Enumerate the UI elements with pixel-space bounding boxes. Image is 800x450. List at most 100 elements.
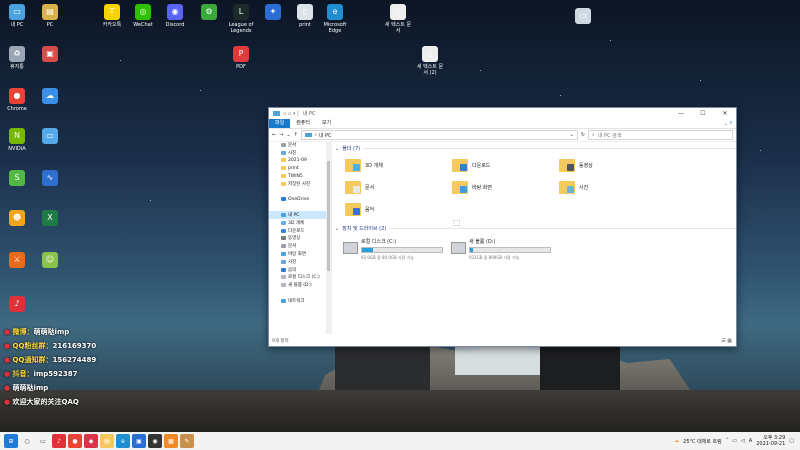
drive-item[interactable]: 새 볼륨 (D:) 931GB 중 899GB 사용 가능 <box>451 238 551 261</box>
nav-item[interactable]: 사진 <box>269 258 331 266</box>
desktop-icon[interactable]: ◎ WeChat <box>128 4 158 28</box>
nav-item[interactable]: 내 PC <box>269 211 331 219</box>
quick-access-toolbar[interactable]: ▫ ▫ ▾ | <box>283 111 299 117</box>
back-icon[interactable]: ← <box>272 132 276 138</box>
active-app-taskbar-icon[interactable]: ▦ <box>164 434 178 448</box>
desktop-icon[interactable]: ▭ <box>568 8 598 26</box>
drive-item[interactable]: 로컬 디스크 (C:) 93.0GB 중 80.0GB 사용 가능 <box>343 238 443 261</box>
nav-item[interactable]: 다운로드 <box>269 227 331 235</box>
nav-item[interactable]: 문서 <box>269 141 331 149</box>
nav-scrollbar[interactable] <box>326 141 331 334</box>
desktop-icon[interactable]: ⚔ <box>2 252 32 270</box>
desktop-icon[interactable]: ▭ <box>35 128 65 146</box>
volume-icon[interactable]: ◁ <box>741 438 745 444</box>
up-icon[interactable]: ↑ <box>294 132 298 138</box>
view-toggle-icons[interactable]: ☰ ▦ <box>721 338 732 344</box>
desktop-icon[interactable]: X <box>35 210 65 228</box>
desktop-icon[interactable]: ☁ <box>35 88 65 106</box>
network-icon[interactable]: ▭ <box>732 438 737 444</box>
clock[interactable]: 오후 3:29 2021-09-21 <box>756 435 785 447</box>
search-input[interactable]: ⌕ 내 PC 검색 <box>588 130 733 140</box>
folder-item[interactable]: 문서 <box>345 179 452 195</box>
edge-taskbar-icon[interactable]: e <box>116 434 130 448</box>
netease-music-icon[interactable]: ♪ <box>52 434 66 448</box>
desktop-icon[interactable]: ▯ 새 텍스트 문서 <box>383 4 413 34</box>
refresh-icon[interactable]: ↻ <box>581 132 585 138</box>
search-taskbar-icon[interactable]: ○ <box>20 434 34 448</box>
collapse-icon[interactable]: ⌄ <box>335 146 339 152</box>
desktop-icon[interactable]: ♻ 휴지통 <box>2 46 32 70</box>
desktop-icon[interactable]: e Microsoft Edge <box>320 4 350 34</box>
drives-section-header[interactable]: ⌄ 장치 및 드라이브 (2) <box>335 225 736 232</box>
minimize-button[interactable]: — <box>670 110 692 117</box>
explorer-taskbar-icon[interactable]: ▤ <box>100 434 114 448</box>
ime-indicator[interactable]: A <box>749 438 752 444</box>
nav-item[interactable]: 문서 <box>269 242 331 250</box>
nav-item[interactable]: print <box>269 164 331 172</box>
folder-item[interactable]: 다운로드 <box>452 157 559 173</box>
nav-item[interactable]: 3D 개체 <box>269 219 331 227</box>
desktop-icon[interactable]: L League of Legends <box>226 4 256 34</box>
desktop-icon[interactable]: ∿ <box>35 170 65 188</box>
folder-item[interactable]: 사진 <box>559 179 666 195</box>
date-text: 2021-09-21 <box>756 441 786 447</box>
desktop-icon[interactable]: ◉ Discord <box>160 4 190 28</box>
folder-item[interactable]: 3D 개체 <box>345 157 452 173</box>
recent-icon[interactable]: ⌄ <box>286 132 290 138</box>
obs-taskbar-icon[interactable]: ◉ <box>148 434 162 448</box>
store-taskbar-icon[interactable]: ▣ <box>132 434 146 448</box>
nav-item[interactable]: 2021-09 <box>269 157 331 165</box>
desktop-icon[interactable]: S <box>2 170 32 188</box>
nav-item[interactable]: 음악 <box>269 266 331 274</box>
nav-item[interactable]: TWIN5 <box>269 172 331 180</box>
nav-item[interactable]: OneDrive <box>269 196 331 204</box>
title-bar[interactable]: ▫ ▫ ▾ | 내 PC — ☐ ✕ <box>269 108 736 119</box>
desktop-icon[interactable]: ☺ <box>35 252 65 270</box>
weather-icon[interactable]: ☁ <box>674 438 679 444</box>
notification-icon[interactable]: ▢ <box>789 438 794 444</box>
chrome-taskbar-icon[interactable]: ● <box>68 434 82 448</box>
desktop-icon[interactable]: ⚙ <box>194 4 224 22</box>
desktop-icon[interactable]: P PDF <box>226 46 256 70</box>
forward-icon[interactable]: → <box>279 132 283 138</box>
weather-text[interactable]: 25°C 대체로 흐림 <box>683 438 722 445</box>
collapse-icon[interactable]: ⌄ <box>335 226 339 232</box>
tab-view[interactable]: 보기 <box>316 119 337 128</box>
nav-item[interactable]: 동영상 <box>269 235 331 243</box>
task-view-icon[interactable]: ▭ <box>36 434 50 448</box>
desktop-icon[interactable]: ▣ <box>35 46 65 64</box>
maximize-button[interactable]: ☐ <box>692 110 714 117</box>
desktop-icon[interactable]: ♪ <box>2 296 32 314</box>
address-bar[interactable]: › 내 PC ⌄ <box>300 130 578 140</box>
nav-item[interactable]: 사진 <box>269 149 331 157</box>
address-dropdown-icon[interactable]: ⌄ <box>570 132 574 138</box>
nav-item[interactable]: 바탕 화면 <box>269 250 331 258</box>
file-explorer-window[interactable]: ▫ ▫ ▾ | 내 PC — ☐ ✕ 파일 컴퓨터 보기 ⌄ ? ← → ⌄ ↑… <box>268 107 737 347</box>
desktop-icon[interactable]: ▯ 새 텍스트 문서 (2) <box>415 46 445 76</box>
scroll-thumb[interactable] <box>327 161 330 271</box>
desktop-icon[interactable]: ✦ <box>258 4 288 22</box>
tab-file[interactable]: 파일 <box>269 119 291 128</box>
windows-start-icon[interactable]: ⊞ <box>4 434 18 448</box>
app-taskbar-icon[interactable]: ◆ <box>84 434 98 448</box>
nav-item[interactable]: 로컬 디스크 (C:) <box>269 274 331 282</box>
desktop-icon[interactable]: ▯ print <box>290 4 320 28</box>
nav-item[interactable]: 새 볼륨 (D:) <box>269 281 331 289</box>
folder-item[interactable]: 동영상 <box>559 157 666 173</box>
ribbon-expand-icon[interactable]: ⌄ ? <box>724 121 732 127</box>
nav-item[interactable]: 저장된 사진 <box>269 180 331 188</box>
folder-item[interactable]: 바탕 화면 <box>452 179 559 195</box>
desktop-icon[interactable]: ● Chrome <box>2 88 32 112</box>
desktop-icon[interactable]: T 카카오톡 <box>97 4 127 28</box>
desktop-icon[interactable]: ▤ PC <box>35 4 65 28</box>
folder-item[interactable]: 음악 <box>345 201 452 217</box>
pen-taskbar-icon[interactable]: ✎ <box>180 434 194 448</box>
tray-arrow-icon[interactable]: ˄ <box>726 438 729 444</box>
folders-section-header[interactable]: ⌄ 폴더 (7) <box>335 145 736 152</box>
desktop-icon[interactable]: ☻ <box>2 210 32 228</box>
nav-item[interactable]: 네트워크 <box>269 297 331 305</box>
tab-computer[interactable]: 컴퓨터 <box>290 119 316 128</box>
desktop-icon[interactable]: N NVIDIA <box>2 128 32 152</box>
close-button[interactable]: ✕ <box>714 110 736 117</box>
desktop-icon[interactable]: ▭ 내 PC <box>2 4 32 28</box>
